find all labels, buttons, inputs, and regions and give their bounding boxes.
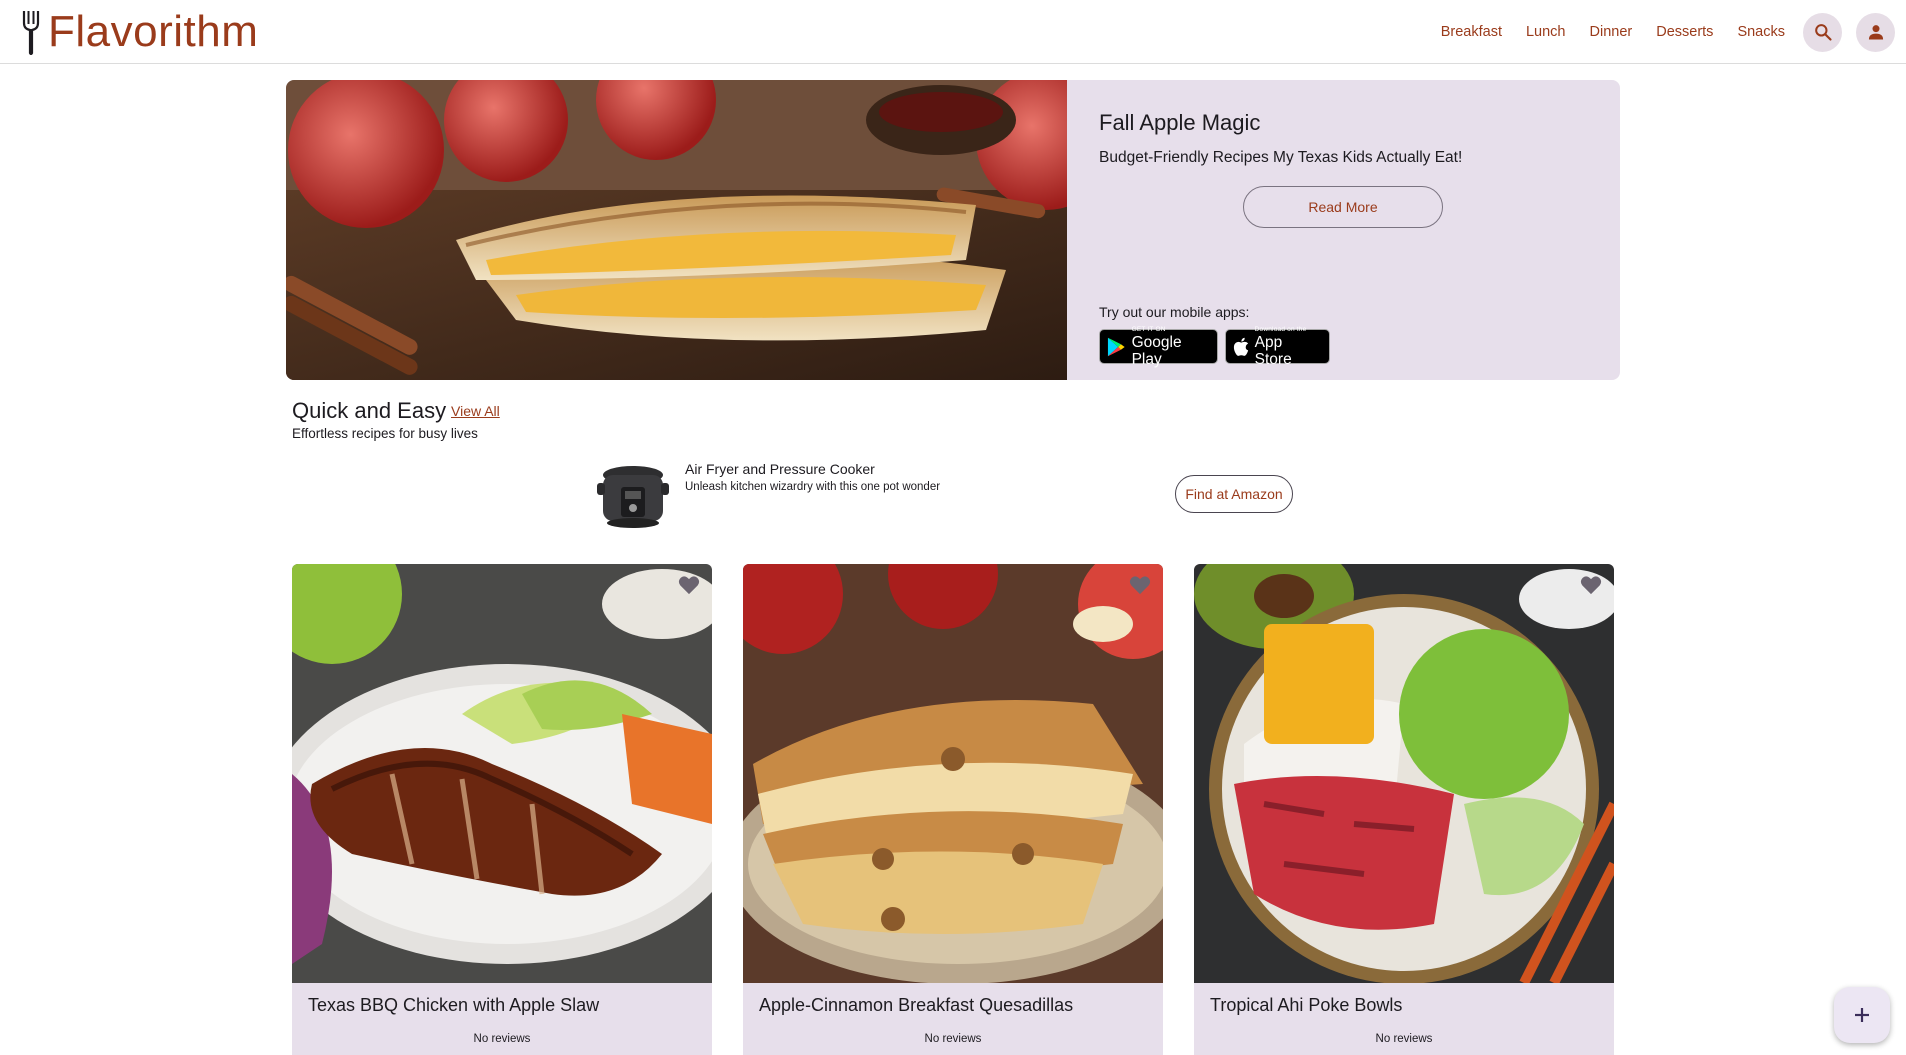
- hero-title: Fall Apple Magic: [1099, 110, 1261, 135]
- pressure-cooker-image[interactable]: [596, 461, 670, 531]
- find-at-amazon-button[interactable]: Find at Amazon: [1175, 475, 1293, 513]
- person-icon: [1868, 25, 1883, 40]
- recipe-card[interactable]: Tropical Ahi Poke Bowls No reviews: [1194, 564, 1614, 1055]
- recipe-reviews: No reviews: [1375, 1033, 1433, 1045]
- account-button[interactable]: [1856, 12, 1895, 52]
- recipe-title: Texas BBQ Chicken with Apple Slaw: [308, 995, 600, 1015]
- favorite-button[interactable]: [1576, 570, 1606, 600]
- section-title: Quick and Easy: [292, 398, 447, 423]
- hero-subtitle: Budget-Friendly Recipes My Texas Kids Ac…: [1099, 149, 1463, 166]
- google-play-small-text: GET IT ON: [1131, 325, 1166, 333]
- nav-desserts[interactable]: Desserts: [1656, 24, 1713, 40]
- recipe-image[interactable]: [292, 564, 712, 983]
- hero-content: Fall Apple Magic Budget-Friendly Recipes…: [1099, 80, 1599, 380]
- promo-subtitle: Unleash kitchen wizardry with this one p…: [685, 481, 941, 493]
- nav-snacks[interactable]: Snacks: [1737, 24, 1785, 40]
- mobile-apps-label: Try out our mobile apps:: [1099, 304, 1250, 320]
- app-header: Flavorithm Breakfast Lunch Dinner Desser…: [0, 0, 1906, 64]
- recipe-image[interactable]: [1194, 564, 1614, 983]
- logo-text: Flavorithm: [48, 7, 259, 56]
- heart-icon: [678, 576, 700, 595]
- recipe-reviews: No reviews: [473, 1033, 531, 1045]
- app-store-text: App Store: [1254, 333, 1292, 368]
- favorite-button[interactable]: [674, 570, 704, 600]
- nav-breakfast[interactable]: Breakfast: [1441, 24, 1502, 40]
- recipe-card[interactable]: Texas BBQ Chicken with Apple Slaw No rev…: [292, 564, 712, 1055]
- fork-icon: [22, 11, 40, 55]
- search-icon: [1814, 24, 1832, 41]
- heart-icon: [1580, 576, 1602, 595]
- google-play-icon: [1107, 337, 1125, 356]
- main-nav: Breakfast Lunch Dinner Desserts Snacks: [1441, 0, 1906, 64]
- google-play-badge[interactable]: GET IT ON Google Play: [1099, 325, 1218, 368]
- nav-lunch[interactable]: Lunch: [1526, 24, 1566, 40]
- hero-image[interactable]: [286, 80, 1067, 380]
- hero-banner: Fall Apple Magic Budget-Friendly Recipes…: [286, 80, 1620, 380]
- view-all-link[interactable]: View All: [451, 403, 500, 419]
- favorite-button[interactable]: [1125, 570, 1155, 600]
- section-subtitle: Effortless recipes for busy lives: [292, 426, 478, 441]
- recipe-image[interactable]: [743, 564, 1163, 983]
- app-store-badge[interactable]: Download on the App Store: [1225, 325, 1330, 368]
- recipe-reviews: No reviews: [924, 1033, 982, 1045]
- add-recipe-button[interactable]: [1834, 987, 1890, 1043]
- logo[interactable]: Flavorithm: [20, 8, 258, 56]
- search-button[interactable]: [1803, 12, 1842, 52]
- google-play-text: Google Play: [1131, 333, 1182, 368]
- read-more-button[interactable]: Read More: [1243, 186, 1443, 228]
- promo-title: Air Fryer and Pressure Cooker: [685, 461, 875, 477]
- nav-dinner[interactable]: Dinner: [1590, 24, 1633, 40]
- recipe-title: Apple-Cinnamon Breakfast Quesadillas: [759, 995, 1074, 1015]
- app-store-small-text: Download on the: [1254, 325, 1307, 333]
- heart-icon: [1129, 576, 1151, 595]
- recipe-title: Tropical Ahi Poke Bowls: [1210, 995, 1403, 1015]
- recipe-card[interactable]: Apple-Cinnamon Breakfast Quesadillas No …: [743, 564, 1163, 1055]
- apple-icon: [1233, 337, 1249, 356]
- plus-icon: [1855, 1008, 1869, 1022]
